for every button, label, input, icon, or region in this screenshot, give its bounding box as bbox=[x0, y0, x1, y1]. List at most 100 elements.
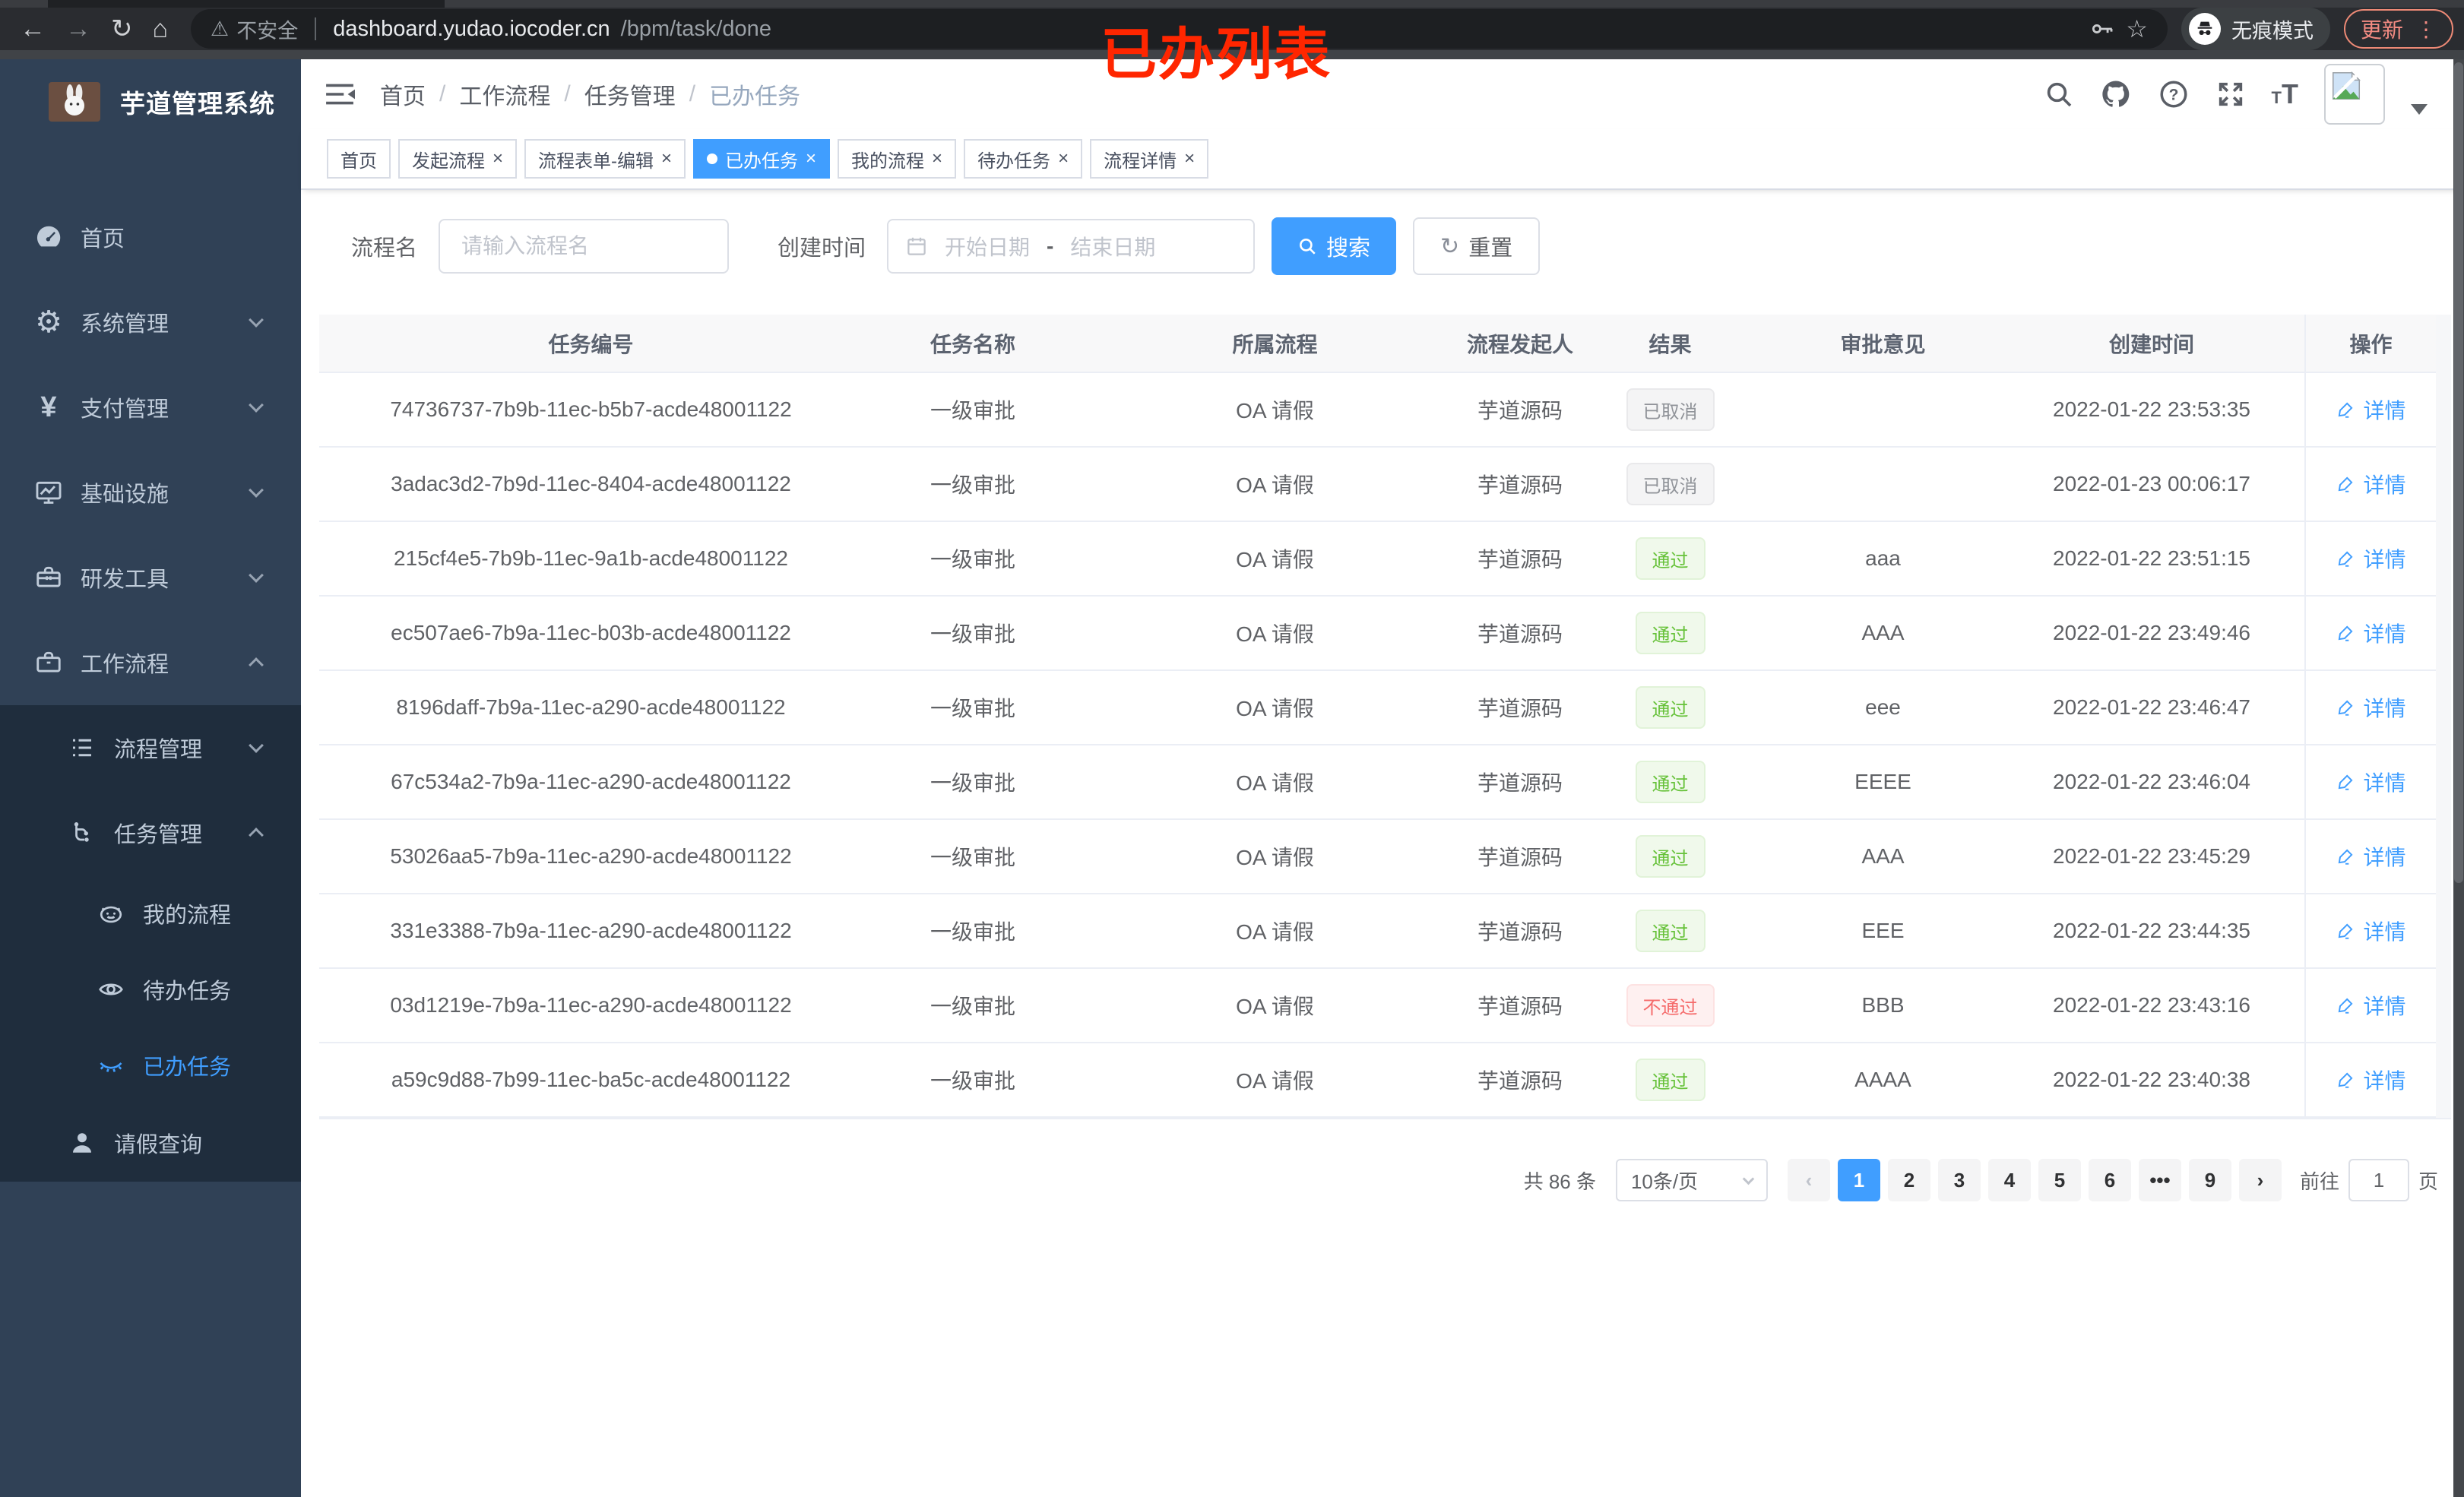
avatar[interactable] bbox=[2324, 64, 2385, 125]
edit-pen-icon bbox=[2339, 700, 2353, 716]
cell-task-id: a59c9d88-7b99-11ec-ba5c-acde48001122 bbox=[391, 1068, 791, 1091]
sidebar-item-my-process[interactable]: 我的流程 bbox=[0, 875, 301, 951]
sidebar-item-label: 系统管理 bbox=[81, 312, 169, 337]
detail-label: 详情 bbox=[2363, 473, 2406, 497]
sidebar-item-infra[interactable]: 基础设施 bbox=[0, 450, 301, 535]
tab[interactable]: 流程详情 × bbox=[1090, 139, 1209, 179]
cell-task-name: 一级审批 bbox=[930, 995, 1015, 1018]
tab[interactable]: 待办任务 × bbox=[964, 139, 1083, 179]
page-button[interactable]: 2 bbox=[1887, 1159, 1930, 1201]
flow-branch-icon bbox=[67, 819, 97, 847]
detail-link[interactable]: 详情 bbox=[2336, 543, 2406, 574]
github-icon[interactable] bbox=[2100, 78, 2132, 110]
cell-task-id: 215cf4e5-7b9b-11ec-9a1b-acde48001122 bbox=[394, 546, 788, 570]
breadcrumb-task-mgmt[interactable]: 任务管理 bbox=[584, 78, 676, 111]
close-icon[interactable]: × bbox=[661, 150, 672, 168]
tab[interactable]: 我的流程 × bbox=[838, 139, 957, 179]
page-button[interactable]: 9 bbox=[2188, 1159, 2231, 1201]
page-jumper-input[interactable] bbox=[2348, 1159, 2409, 1201]
url-host: dashboard.yudao.iocoder.cn bbox=[333, 16, 610, 41]
cell-create-time: 2022-01-22 23:43:16 bbox=[2053, 993, 2250, 1017]
browser-menu-icon[interactable]: ⋮ bbox=[2415, 17, 2437, 42]
fullscreen-icon[interactable] bbox=[2215, 79, 2246, 109]
detail-link[interactable]: 详情 bbox=[2336, 394, 2406, 425]
reset-button[interactable]: ↻ 重置 bbox=[1413, 217, 1541, 275]
page-scrollbar[interactable] bbox=[2453, 59, 2464, 1497]
page-button[interactable]: ••• bbox=[2138, 1159, 2181, 1201]
tab-label: 流程表单-编辑 bbox=[538, 150, 654, 172]
detail-link[interactable]: 详情 bbox=[2336, 618, 2406, 648]
tab[interactable]: 已办任务 × bbox=[693, 139, 831, 179]
forward-icon[interactable]: → bbox=[65, 14, 91, 44]
process-name-label: 流程名 bbox=[351, 236, 418, 261]
cell-opinion bbox=[1767, 448, 1999, 521]
detail-link[interactable]: 详情 bbox=[2336, 916, 2406, 946]
update-button[interactable]: 更新 ⋮ bbox=[2343, 9, 2453, 49]
col-opinion: 审批意见 bbox=[1840, 332, 1926, 356]
breadcrumb-home[interactable]: 首页 bbox=[380, 78, 426, 111]
page-button[interactable]: 3 bbox=[1937, 1159, 1981, 1201]
avatar-dropdown-caret[interactable] bbox=[2411, 104, 2428, 115]
sidebar-item-system[interactable]: ⚙ 系统管理 bbox=[0, 280, 301, 365]
col-actions: 操作 bbox=[2304, 315, 2436, 372]
sidebar-item-payment[interactable]: ¥ 支付管理 bbox=[0, 365, 301, 450]
search-button[interactable]: 搜索 bbox=[1272, 217, 1397, 275]
search-icon[interactable] bbox=[2044, 79, 2074, 109]
cell-task-name: 一级审批 bbox=[930, 771, 1015, 795]
sidebar-item-leave-query[interactable]: 请假查询 bbox=[0, 1103, 301, 1182]
detail-link[interactable]: 详情 bbox=[2336, 1065, 2406, 1095]
close-icon[interactable]: × bbox=[1184, 150, 1195, 168]
home-icon[interactable]: ⌂ bbox=[153, 14, 169, 44]
next-page-button[interactable]: › bbox=[2238, 1159, 2282, 1201]
breadcrumb-workflow[interactable]: 工作流程 bbox=[459, 78, 550, 111]
date-range-picker[interactable]: 开始日期 - 结束日期 bbox=[887, 219, 1256, 274]
sidebar-item-process-mgmt[interactable]: 流程管理 bbox=[0, 705, 301, 790]
key-icon[interactable] bbox=[2089, 16, 2115, 42]
sidebar-item-devtools[interactable]: 研发工具 bbox=[0, 535, 301, 620]
toolbox-icon bbox=[33, 563, 64, 592]
close-icon[interactable]: × bbox=[492, 150, 503, 168]
tab[interactable]: 流程表单-编辑 × bbox=[524, 139, 686, 179]
reload-icon[interactable]: ↻ bbox=[111, 14, 133, 44]
end-date-placeholder: 结束日期 bbox=[1070, 236, 1156, 259]
back-icon[interactable]: ← bbox=[20, 14, 46, 44]
sidebar-item-task-mgmt[interactable]: 任务管理 bbox=[0, 790, 301, 875]
table-row: a59c9d88-7b99-11ec-ba5c-acde48001122 一级审… bbox=[319, 1043, 2451, 1118]
sidebar-item-todo-tasks[interactable]: 待办任务 bbox=[0, 951, 301, 1027]
sidebar-item-home[interactable]: 首页 bbox=[0, 195, 301, 280]
page-size-select[interactable]: 10条/页 bbox=[1615, 1159, 1768, 1201]
close-icon[interactable]: × bbox=[932, 150, 942, 168]
page-buttons: 1 2 3 4 5 6 ••• 9 bbox=[1837, 1159, 2231, 1201]
bookmark-star-icon[interactable]: ☆ bbox=[2126, 14, 2148, 43]
cell-task-name: 一级审批 bbox=[930, 473, 1015, 497]
tab[interactable]: 发起流程 × bbox=[398, 139, 518, 179]
font-size-icon[interactable]: TT bbox=[2272, 78, 2298, 110]
tab[interactable]: 首页 × bbox=[327, 139, 391, 179]
cell-create-time: 2022-01-22 23:49:46 bbox=[2053, 621, 2250, 644]
close-icon[interactable]: × bbox=[1058, 150, 1069, 168]
page-button[interactable]: 6 bbox=[2088, 1159, 2131, 1201]
sidebar-toggle-icon[interactable] bbox=[325, 81, 355, 107]
cell-task-id: 3adac3d2-7b9d-11ec-8404-acde48001122 bbox=[391, 472, 791, 495]
detail-link[interactable]: 详情 bbox=[2336, 469, 2406, 499]
detail-link[interactable]: 详情 bbox=[2336, 692, 2406, 723]
browser-active-tab[interactable] bbox=[48, 0, 445, 8]
process-name-input[interactable] bbox=[439, 219, 730, 274]
cell-opinion: AAA bbox=[1861, 844, 1905, 868]
help-icon[interactable]: ? bbox=[2158, 78, 2190, 110]
detail-link[interactable]: 详情 bbox=[2336, 841, 2406, 872]
close-icon[interactable]: × bbox=[806, 150, 816, 168]
sidebar: 芋道管理系统 首页 ⚙ 系统管理 ¥ 支付管理 基础设施 研发工具 工作流程 流… bbox=[0, 59, 301, 1497]
cell-task-id: 331e3388-7b9a-11ec-a290-acde48001122 bbox=[390, 919, 792, 942]
cell-opinion: AAA bbox=[1861, 621, 1905, 644]
detail-link[interactable]: 详情 bbox=[2336, 990, 2406, 1021]
page-button[interactable]: 5 bbox=[2038, 1159, 2081, 1201]
scrollbar-thumb[interactable] bbox=[2454, 62, 2463, 883]
sidebar-item-done-tasks[interactable]: 已办任务 bbox=[0, 1027, 301, 1103]
detail-link[interactable]: 详情 bbox=[2336, 767, 2406, 797]
incognito-badge: 无痕模式 bbox=[2181, 8, 2330, 50]
page-button[interactable]: 4 bbox=[1987, 1159, 2031, 1201]
page-button[interactable]: 1 bbox=[1837, 1159, 1880, 1201]
sidebar-item-workflow[interactable]: 工作流程 bbox=[0, 620, 301, 705]
prev-page-button[interactable]: ‹ bbox=[1787, 1159, 1830, 1201]
